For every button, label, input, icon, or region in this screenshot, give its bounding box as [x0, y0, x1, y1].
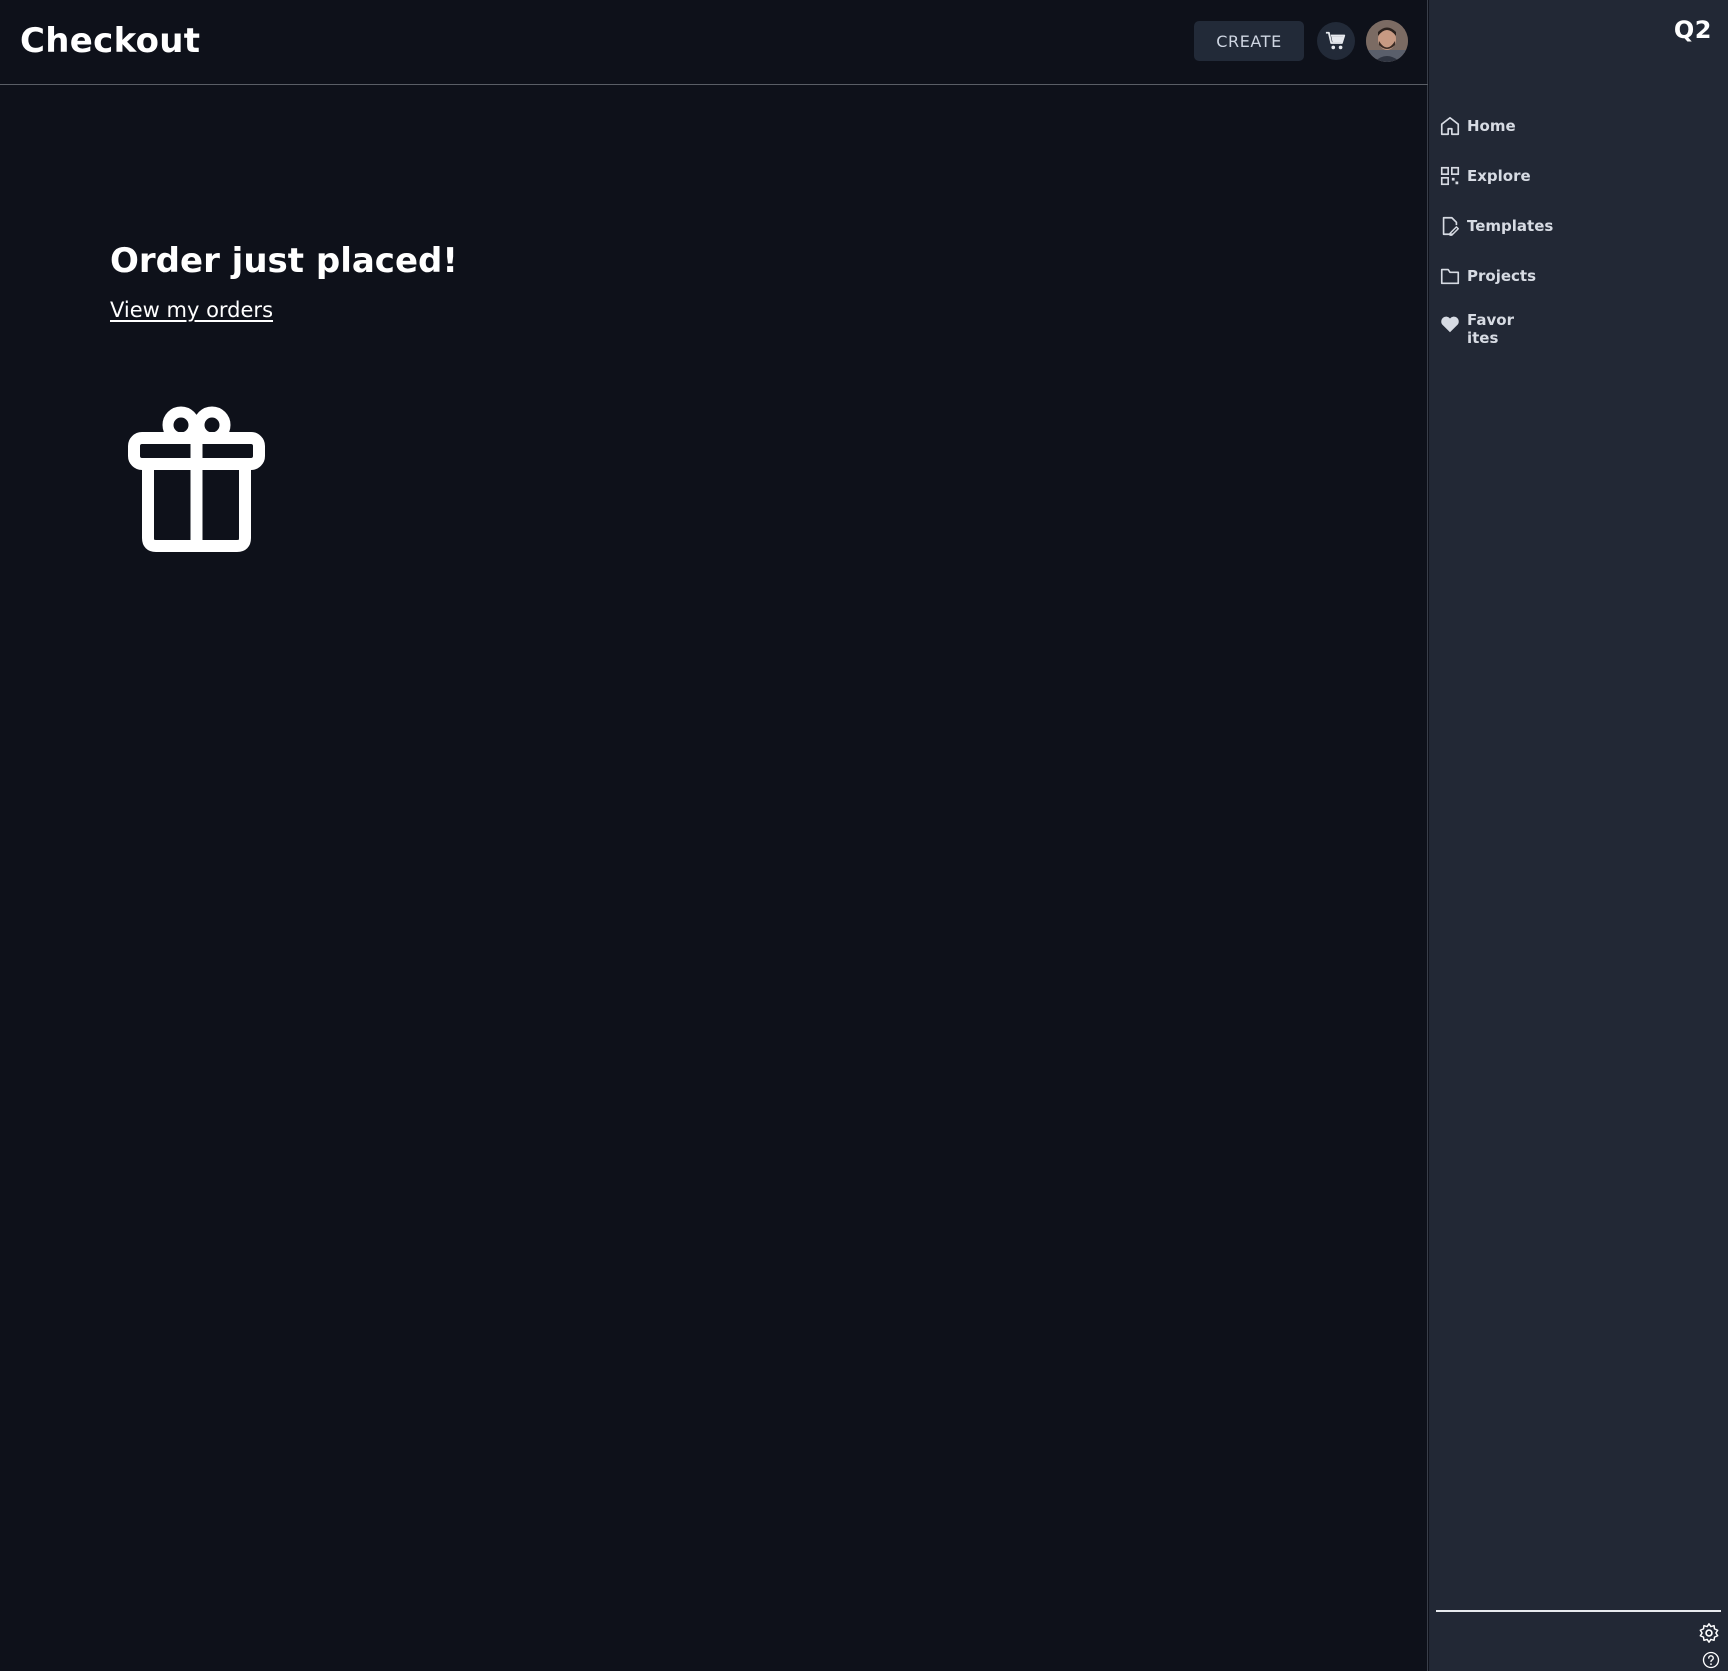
sidebar-item-label: Templates — [1467, 217, 1554, 235]
sidebar-item-label: Favorites — [1467, 311, 1514, 347]
create-button[interactable]: CREATE — [1194, 21, 1304, 61]
heart-icon — [1441, 316, 1459, 333]
app-window: Checkout CREATE Order just placed! View … — [0, 0, 1728, 1671]
help-icon — [1702, 1651, 1720, 1669]
sidebar-divider — [1436, 1610, 1721, 1612]
sidebar-item-home[interactable]: Home — [1439, 115, 1516, 137]
gear-icon — [1699, 1623, 1719, 1643]
help-button[interactable] — [1702, 1651, 1720, 1669]
home-icon — [1440, 116, 1460, 136]
sidebar-item-favorites[interactable]: Favorites — [1439, 309, 1517, 347]
top-bar: Checkout CREATE — [0, 0, 1428, 85]
view-orders-link[interactable]: View my orders — [110, 298, 273, 322]
main-area: Checkout CREATE Order just placed! View … — [0, 0, 1428, 1671]
cart-icon — [1325, 31, 1346, 50]
sidebar-item-label: Explore — [1467, 167, 1531, 185]
document-edit-icon — [1442, 216, 1459, 236]
grid-icon — [1440, 166, 1460, 186]
sidebar-item-templates[interactable]: Templates — [1439, 215, 1553, 237]
sidebar: Q2 Home Explore Templates Projects Favor… — [1429, 0, 1728, 1671]
confirmation-section: Order just placed! View my orders — [110, 236, 458, 322]
sidebar-item-projects[interactable]: Projects — [1439, 265, 1536, 287]
settings-button[interactable] — [1698, 1622, 1720, 1644]
sidebar-item-explore[interactable]: Explore — [1439, 165, 1531, 187]
order-confirmation-heading: Order just placed! — [110, 241, 458, 281]
brand-logo[interactable]: Q2 — [1674, 16, 1712, 44]
avatar[interactable] — [1366, 20, 1408, 62]
page-title: Checkout — [20, 21, 201, 61]
gift-icon — [128, 406, 265, 552]
user-photo-icon — [1366, 20, 1408, 62]
sidebar-item-label: Projects — [1467, 267, 1537, 285]
sidebar-item-label: Home — [1467, 117, 1516, 135]
folder-icon — [1440, 268, 1460, 285]
cart-button[interactable] — [1317, 22, 1355, 60]
